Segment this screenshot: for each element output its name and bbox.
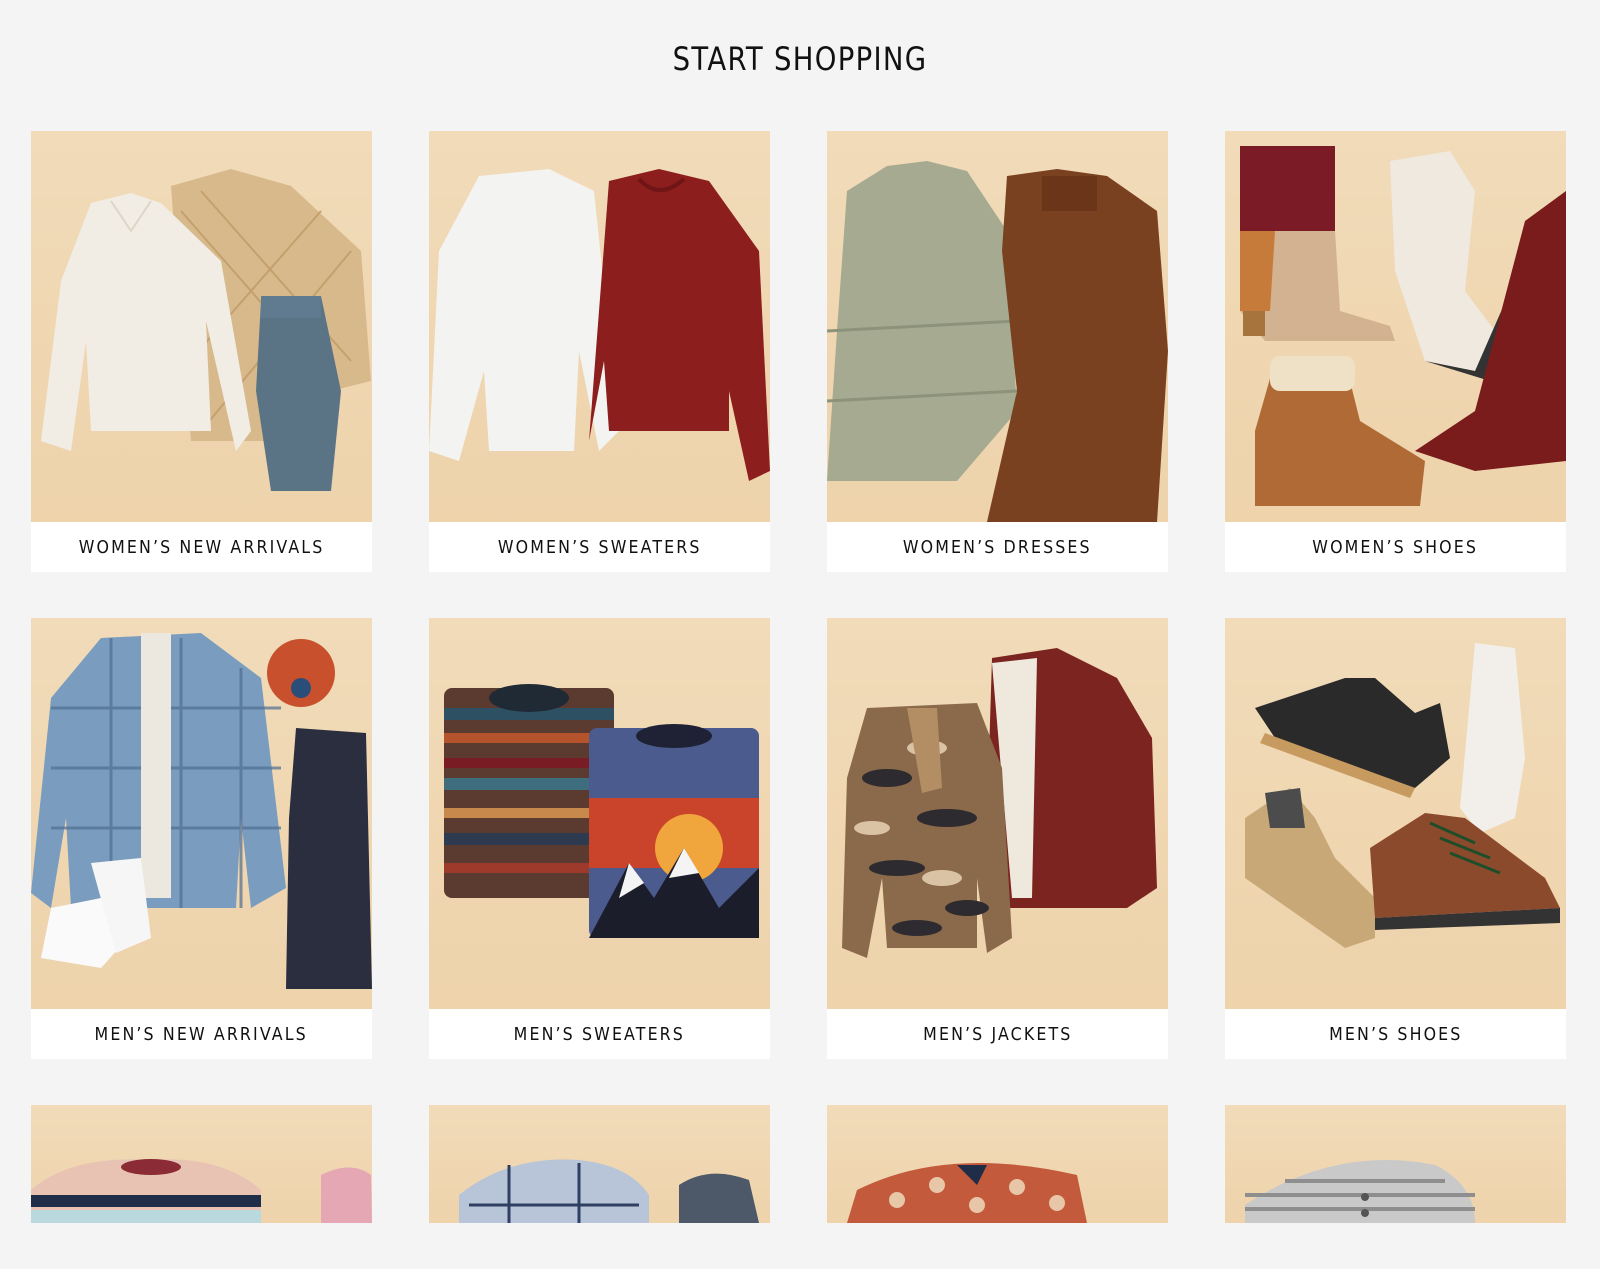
category-card-womens-new-arrivals[interactable]: WOMEN’S NEW ARRIVALS: [31, 131, 372, 572]
category-card-partial[interactable]: [1225, 1105, 1566, 1223]
category-row: WOMEN’S NEW ARRIVALS WOMEN’S SWEATERS WO…: [31, 131, 1569, 572]
womens-shoes-image[interactable]: [1225, 131, 1566, 522]
category-label[interactable]: MEN’S SWEATERS: [429, 1009, 770, 1059]
category-label-text: MEN’S JACKETS: [922, 1023, 1073, 1045]
category-label-text: WOMEN’S NEW ARRIVALS: [78, 536, 325, 558]
category-label[interactable]: WOMEN’S DRESSES: [827, 522, 1168, 572]
category-label[interactable]: WOMEN’S NEW ARRIVALS: [31, 522, 372, 572]
category-grid: WOMEN’S NEW ARRIVALS WOMEN’S SWEATERS WO…: [31, 131, 1569, 1269]
category-label-text: MEN’S SWEATERS: [513, 1023, 686, 1045]
boys-tile-image[interactable]: [429, 1105, 770, 1223]
category-label-text: WOMEN’S SHOES: [1312, 536, 1479, 558]
category-label-text: MEN’S SHOES: [1328, 1023, 1463, 1045]
category-label[interactable]: WOMEN’S SWEATERS: [429, 522, 770, 572]
category-card-mens-shoes[interactable]: MEN’S SHOES: [1225, 618, 1566, 1059]
category-card-mens-jackets[interactable]: MEN’S JACKETS: [827, 618, 1168, 1059]
category-card-mens-sweaters[interactable]: MEN’S SWEATERS: [429, 618, 770, 1059]
category-card-mens-new-arrivals[interactable]: MEN’S NEW ARRIVALS: [31, 618, 372, 1059]
category-label[interactable]: MEN’S SHOES: [1225, 1009, 1566, 1059]
mens-shoes-image[interactable]: [1225, 618, 1566, 1009]
mens-sweaters-image[interactable]: [429, 618, 770, 1009]
category-card-partial[interactable]: [429, 1105, 770, 1223]
category-label[interactable]: MEN’S NEW ARRIVALS: [31, 1009, 372, 1059]
category-card-partial[interactable]: [31, 1105, 372, 1223]
category-row-partial: [31, 1105, 1569, 1223]
girls-tile-image[interactable]: [827, 1105, 1168, 1223]
baby-tile-image[interactable]: [1225, 1105, 1566, 1223]
start-shopping-page: START SHOPPING WOMEN’S NEW ARRIVALS WOME…: [0, 0, 1600, 1223]
womens-dresses-image[interactable]: [827, 131, 1168, 522]
category-label[interactable]: MEN’S JACKETS: [827, 1009, 1168, 1059]
mens-jackets-image[interactable]: [827, 618, 1168, 1009]
category-card-partial[interactable]: [827, 1105, 1168, 1223]
womens-new-arrivals-image[interactable]: [31, 131, 372, 522]
womens-sweaters-image[interactable]: [429, 131, 770, 522]
category-label[interactable]: WOMEN’S SHOES: [1225, 522, 1566, 572]
page-title: START SHOPPING: [672, 40, 928, 78]
kids-tile-image[interactable]: [31, 1105, 372, 1223]
category-row: MEN’S NEW ARRIVALS MEN’S SWEATERS MEN’S …: [31, 618, 1569, 1059]
category-card-womens-sweaters[interactable]: WOMEN’S SWEATERS: [429, 131, 770, 572]
category-label-text: MEN’S NEW ARRIVALS: [94, 1023, 309, 1045]
category-label-text: WOMEN’S SWEATERS: [497, 536, 702, 558]
mens-new-arrivals-image[interactable]: [31, 618, 372, 1009]
category-label-text: WOMEN’S DRESSES: [903, 536, 1092, 558]
category-card-womens-dresses[interactable]: WOMEN’S DRESSES: [827, 131, 1168, 572]
category-card-womens-shoes[interactable]: WOMEN’S SHOES: [1225, 131, 1566, 572]
